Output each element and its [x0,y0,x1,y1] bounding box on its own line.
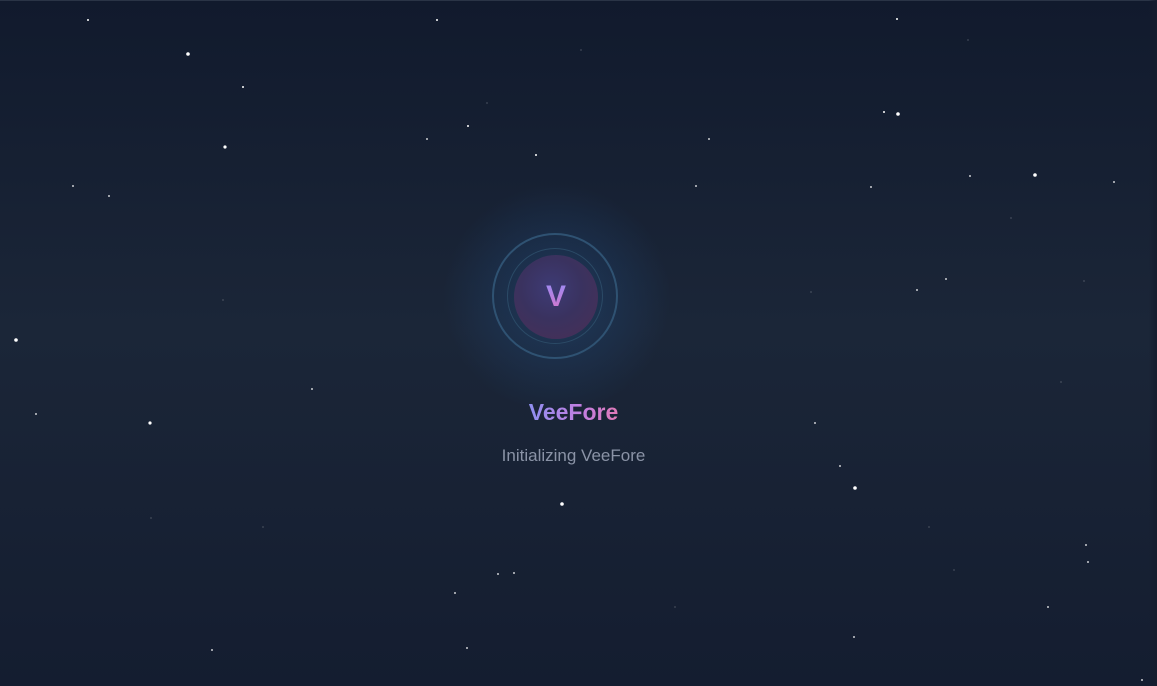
star [945,278,947,280]
star [223,145,227,149]
star [150,517,152,519]
star [14,338,18,342]
logo-letter: V [545,280,566,313]
star [967,39,969,41]
star [467,125,469,127]
star [486,102,488,104]
star [454,592,456,594]
star [1010,217,1012,219]
star [853,486,857,490]
star [708,138,710,140]
star [242,86,244,88]
star [810,291,812,293]
star [211,649,213,651]
star [436,19,438,21]
loading-status-text: Initializing VeeFore [501,446,646,465]
star [870,186,872,188]
star [535,154,537,156]
brand-title: VeeFore [0,398,1147,426]
star [916,289,918,291]
star [953,569,955,571]
star [497,573,499,575]
star [1113,181,1115,183]
star [969,175,971,177]
star [466,647,468,649]
star [311,388,313,390]
star [1141,679,1143,681]
star [1060,381,1062,383]
star [1083,280,1085,282]
star [883,111,885,113]
brand-name: VeeFore [528,399,619,425]
star [1047,606,1049,608]
star [896,112,900,116]
star [928,526,930,528]
star [1033,173,1037,177]
star [72,185,74,187]
star [674,606,676,608]
window-edge-shade [1149,0,1157,686]
star [853,636,855,638]
star [695,185,697,187]
star [426,138,428,140]
star [1087,561,1089,563]
star [108,195,110,197]
loading-logo: V [442,183,672,413]
star [262,526,264,528]
star [87,19,89,21]
star [560,502,564,506]
logo-badge: V [514,255,598,339]
star [580,49,582,51]
star [513,572,515,574]
star [222,299,224,301]
star [1085,544,1087,546]
star [896,18,898,20]
star [186,52,190,56]
